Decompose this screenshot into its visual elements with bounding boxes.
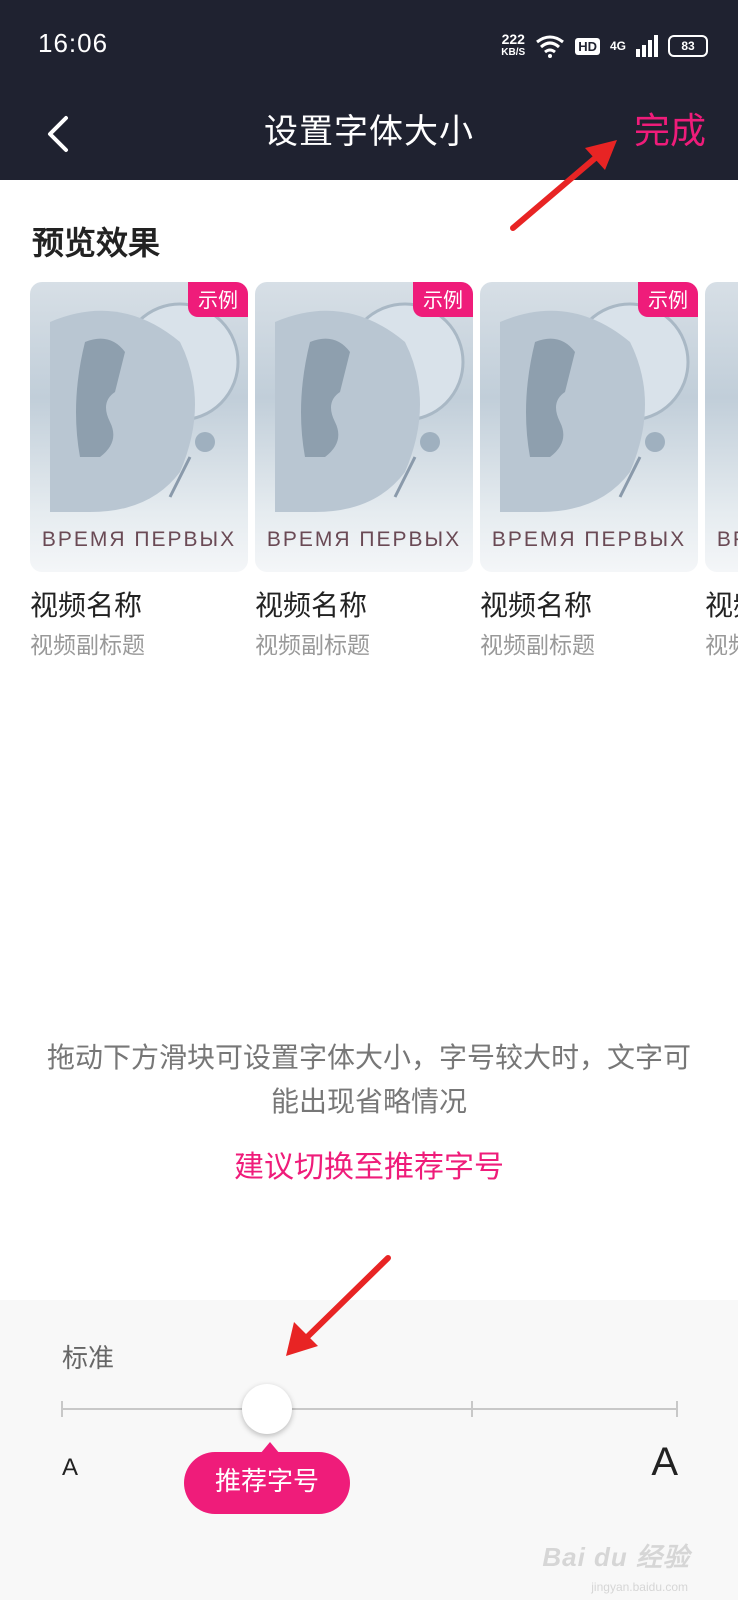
poster-title: ВРЕМЯ ПЕРВЫХ xyxy=(266,528,462,551)
preview-thumbnail: 示例 ВРЕМЯ ПЕРВЫХ xyxy=(255,282,473,572)
slider-tick xyxy=(471,1401,473,1417)
done-button[interactable]: 完成 xyxy=(634,102,706,154)
switch-to-recommended-link[interactable]: 建议切换至推荐字号 xyxy=(0,1142,738,1186)
card-title: 视频名称 xyxy=(255,589,368,622)
status-bar: 16:06 222 KB/S HD 4G 83 xyxy=(0,0,738,88)
signal-icon xyxy=(636,35,658,57)
page-title: 设置字体大小 xyxy=(264,112,474,152)
battery-indicator: 83 xyxy=(668,35,708,57)
font-size-slider-track[interactable] xyxy=(62,1408,678,1410)
card-subtitle: 视频副标题 xyxy=(480,633,595,659)
card-title: 视频名称 xyxy=(480,589,593,622)
poster-title: ВРЕМЯ ПЕРВЫХ xyxy=(716,528,738,551)
card-subtitle: 视频副标题 xyxy=(255,633,370,659)
small-font-icon: A xyxy=(62,1454,79,1481)
hd-badge: HD xyxy=(575,37,600,55)
card-subtitle: 视频副标题 xyxy=(30,633,145,659)
network-type: 4G xyxy=(609,39,626,53)
card-title: 视频名称 xyxy=(705,589,738,622)
preview-thumbnail: 示例 ВРЕМЯ ПЕРВЫХ xyxy=(705,282,738,572)
large-font-icon: A xyxy=(651,1440,678,1484)
example-badge: 示例 xyxy=(413,282,473,317)
status-icons: 222 KB/S HD 4G 83 xyxy=(501,30,708,62)
poster-title: ВРЕМЯ ПЕРВЫХ xyxy=(41,528,237,551)
preview-card: 示例 ВРЕМЯ ПЕРВЫХ 视频名称 视频副标题 xyxy=(705,282,738,660)
preview-card: 示例 ВРЕМЯ ПЕРВЫХ 视频名称 视频副标题 xyxy=(255,282,473,660)
preview-card-list: 示例 ВРЕМЯ ПЕРВЫХ 视频名称 视频副标题 示例 ВРЕМЯ ПЕРВ… xyxy=(30,282,738,662)
example-badge: 示例 xyxy=(188,282,248,317)
font-size-slider-thumb[interactable] xyxy=(242,1384,292,1434)
status-time: 16:06 xyxy=(38,28,109,58)
recommended-size-pill: 推荐字号 xyxy=(184,1442,350,1514)
card-subtitle: 视频副标题 xyxy=(705,633,738,659)
example-badge: 示例 xyxy=(638,282,698,317)
preview-section-title: 预览效果 xyxy=(32,224,161,262)
network-speed-value: 222 xyxy=(501,31,525,47)
preview-card: 示例 ВРЕМЯ ПЕРВЫХ 视频名称 视频副标题 xyxy=(480,282,698,660)
poster-title: ВРЕМЯ ПЕРВЫХ xyxy=(491,528,687,551)
preview-card: 示例 ВРЕМЯ ПЕРВЫХ 视频名称 视频副标题 xyxy=(30,282,248,660)
slider-tick xyxy=(61,1401,63,1417)
navigation-bar: 设置字体大小 完成 xyxy=(0,88,738,180)
network-speed: 222 KB/S xyxy=(501,31,526,59)
current-size-label: 标准 xyxy=(62,1344,115,1374)
baidu-watermark: Bai du 经验 xyxy=(542,1542,690,1572)
preview-thumbnail: 示例 ВРЕМЯ ПЕРВЫХ xyxy=(480,282,698,572)
network-speed-unit: KB/S xyxy=(501,47,526,58)
wifi-icon xyxy=(536,35,565,58)
card-title: 视频名称 xyxy=(30,589,143,622)
font-size-panel: 标准 A A 推荐字号 Bai du 经验 jingyan.baidu.com xyxy=(0,1300,738,1600)
preview-thumbnail: 示例 ВРЕМЯ ПЕРВЫХ xyxy=(30,282,248,572)
slider-tick xyxy=(676,1401,678,1417)
font-size-hint: 拖动下方滑块可设置字体大小，字号较大时，文字可能出现省略情况 xyxy=(46,1041,691,1118)
baidu-watermark-url: jingyan.baidu.com xyxy=(591,1580,688,1594)
